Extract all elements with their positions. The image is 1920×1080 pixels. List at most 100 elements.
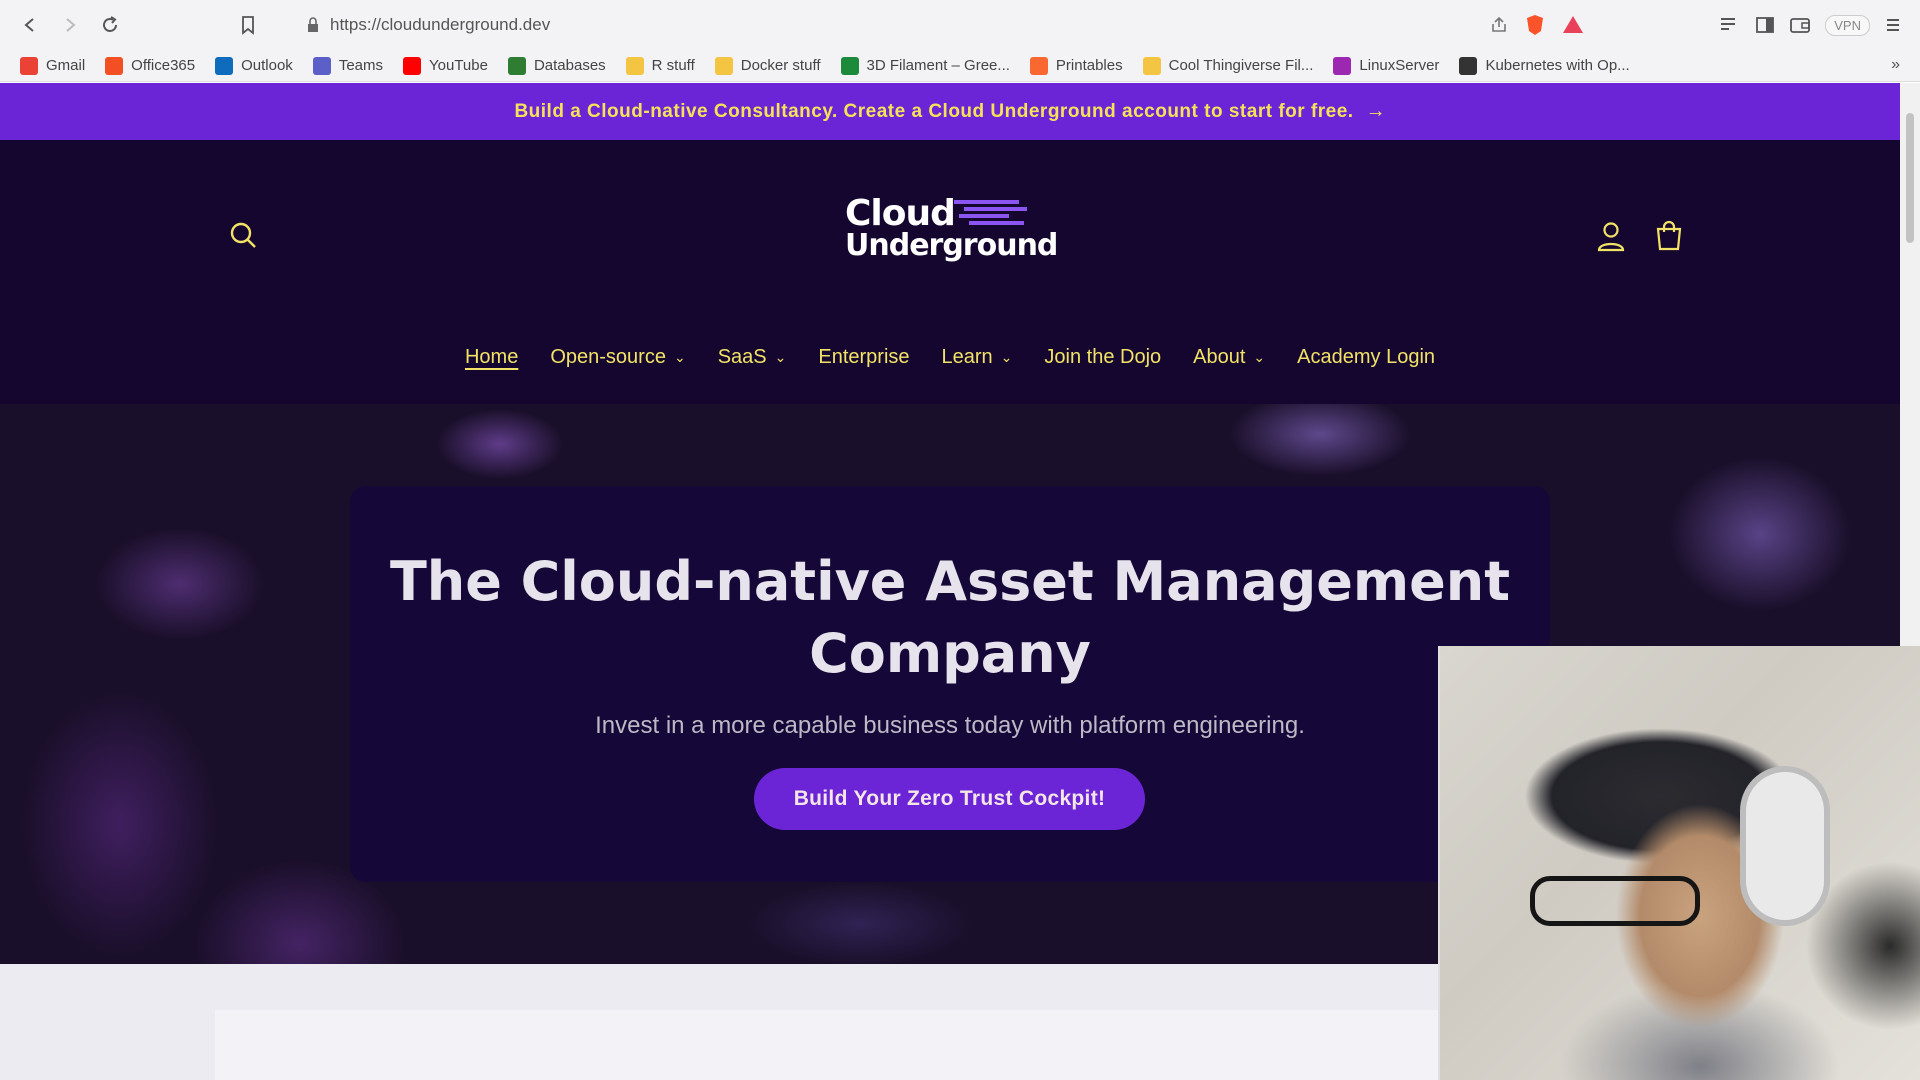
bookmark-label[interactable]: Gmail <box>46 57 85 74</box>
nav-enterprise-label[interactable]: Enterprise <box>818 346 909 369</box>
bookmark-item[interactable]: LinuxServer <box>1333 56 1439 75</box>
chevron-down-icon: ⌄ <box>1253 348 1266 365</box>
webcam-glasses <box>1530 876 1700 926</box>
menu-icon[interactable] <box>1884 16 1902 34</box>
search-icon[interactable] <box>228 220 258 250</box>
toolbar-right: VPN <box>1489 0 1920 50</box>
reload-button[interactable] <box>90 5 130 45</box>
bookmark-favicon-icon <box>403 56 421 75</box>
nav-join-dojo-label[interactable]: Join the Dojo <box>1044 346 1161 369</box>
bookmark-label[interactable]: Outlook <box>241 57 293 74</box>
nav-about[interactable]: About ⌄ <box>1193 346 1265 369</box>
playlist-icon[interactable] <box>1719 15 1741 35</box>
announcement-bar[interactable]: Build a Cloud-native Consultancy. Create… <box>0 83 1900 140</box>
nav-academy-login-label[interactable]: Academy Login <box>1297 346 1435 369</box>
bookmark-item[interactable]: Docker stuff <box>714 56 821 75</box>
url-text[interactable]: https://cloudunderground.dev <box>330 15 550 35</box>
bookmark-item[interactable]: Databases <box>507 56 606 75</box>
nav-saas[interactable]: SaaS ⌄ <box>718 346 787 369</box>
bookmark-label[interactable]: Office365 <box>131 57 195 74</box>
bookmark-item[interactable]: Gmail <box>20 56 85 75</box>
lock-icon <box>308 17 318 32</box>
announcement-text[interactable]: Build a Cloud-native Consultancy. Create… <box>514 101 1353 123</box>
bookmark-favicon-icon <box>1333 56 1352 75</box>
hero-card: The Cloud-native Asset Management Compan… <box>350 486 1550 882</box>
reload-icon <box>103 16 117 32</box>
nav-academy-login[interactable]: Academy Login <box>1297 346 1435 369</box>
main-nav: Home Open-source ⌄ SaaS ⌄ Enterprise Learn… <box>0 337 1900 377</box>
bookmark-label[interactable]: Docker stuff <box>741 57 821 74</box>
bookmark-item[interactable]: Outlook <box>215 56 293 75</box>
bookmark-favicon-icon <box>625 56 644 75</box>
bookmark-label[interactable]: Cool Thingiverse Fil... <box>1169 57 1314 74</box>
chevron-down-icon: ⌄ <box>774 348 787 365</box>
bookmark-label[interactable]: YouTube <box>429 57 488 74</box>
nav-join-dojo[interactable]: Join the Dojo <box>1044 346 1161 369</box>
hero-subtitle: Invest in a more capable business today … <box>595 712 1305 739</box>
nav-open-source[interactable]: Open-source ⌄ <box>550 346 685 369</box>
forward-button[interactable] <box>50 5 90 45</box>
bookmark-favicon-icon <box>1142 56 1161 75</box>
webcam-overlay <box>1438 646 1920 1080</box>
bookmark-favicon-icon <box>312 56 331 75</box>
site-header: Cloud Underground Home Open-source ⌄ SaaS… <box>0 140 1900 400</box>
arrow-right-icon: → <box>1365 100 1386 122</box>
bookmark-label[interactable]: R stuff <box>652 57 695 74</box>
address-bar[interactable]: https://cloudunderground.dev <box>242 8 1410 42</box>
nav-buttons <box>0 5 130 45</box>
bookmark-favicon-icon <box>1459 56 1478 75</box>
bookmark-label[interactable]: Kubernetes with Op... <box>1485 57 1629 74</box>
bookmark-favicon-icon <box>20 56 38 75</box>
browser-toolbar: https://cloudunderground.dev VPN <box>0 0 1920 50</box>
nav-saas-label[interactable]: SaaS <box>718 346 767 369</box>
bookmark-favicon-icon <box>507 56 526 75</box>
vpn-button[interactable]: VPN <box>1825 14 1870 36</box>
scrollbar-thumb[interactable] <box>1906 113 1914 243</box>
wallet-icon[interactable] <box>1789 15 1811 35</box>
bookmark-label[interactable]: Printables <box>1056 57 1123 74</box>
webcam-headphones <box>1740 766 1830 926</box>
site-logo[interactable]: Cloud Underground <box>845 196 1058 278</box>
hero-title-line-2: Company <box>809 622 1091 685</box>
bookmarks-bar: Gmail Office365 Outlook Teams YouTube Databas… <box>0 50 1920 82</box>
bookmark-item[interactable]: R stuff <box>625 56 695 75</box>
back-button[interactable] <box>10 5 50 45</box>
nav-enterprise[interactable]: Enterprise <box>818 346 909 369</box>
nav-learn[interactable]: Learn ⌄ <box>942 346 1013 369</box>
chevron-down-icon: ⌄ <box>1000 348 1013 365</box>
share-icon[interactable] <box>1489 15 1509 35</box>
bookmarks-overflow-icon[interactable]: » <box>1891 56 1900 74</box>
account-icon[interactable] <box>1596 220 1626 252</box>
bookmark-item[interactable]: YouTube <box>403 56 488 75</box>
bookmark-label[interactable]: Teams <box>339 57 383 74</box>
bookmark-label[interactable]: LinuxServer <box>1359 57 1439 74</box>
forward-icon <box>66 18 76 32</box>
bookmark-item[interactable]: Printables <box>1029 56 1123 75</box>
sidebar-icon[interactable] <box>1755 15 1775 35</box>
bookmark-item[interactable]: Teams <box>312 56 383 75</box>
logo-speed-lines-icon <box>954 200 1027 225</box>
chevron-down-icon: ⌄ <box>673 348 686 365</box>
bookmark-favicon-icon <box>215 56 234 75</box>
bookmark-item[interactable]: 3D Filament – Gree... <box>840 56 1010 75</box>
bookmark-page-icon[interactable] <box>240 15 256 35</box>
bookmark-favicon-icon <box>1029 56 1048 75</box>
logo-line-2: Underground <box>845 228 1058 263</box>
next-section-card <box>215 1010 1515 1080</box>
bookmark-item[interactable]: Kubernetes with Op... <box>1459 56 1630 75</box>
nav-home[interactable]: Home <box>465 346 518 369</box>
nav-home-label[interactable]: Home <box>465 346 518 369</box>
nav-open-source-label[interactable]: Open-source <box>550 346 666 369</box>
nav-about-label[interactable]: About <box>1193 346 1245 369</box>
bookmark-item[interactable]: Office365 <box>105 56 195 75</box>
bookmark-item[interactable]: Cool Thingiverse Fil... <box>1142 56 1314 75</box>
cart-icon[interactable] <box>1654 220 1684 252</box>
bookmark-label[interactable]: 3D Filament – Gree... <box>867 57 1010 74</box>
brave-rewards-icon[interactable] <box>1561 13 1585 37</box>
bookmark-favicon-icon <box>105 56 124 75</box>
brave-shield-icon[interactable] <box>1523 13 1547 37</box>
bookmark-label[interactable]: Databases <box>534 57 606 74</box>
hero-cta-button[interactable]: Build Your Zero Trust Cockpit! <box>754 768 1145 830</box>
nav-learn-label[interactable]: Learn <box>942 346 993 369</box>
bookmark-favicon-icon <box>840 56 859 75</box>
